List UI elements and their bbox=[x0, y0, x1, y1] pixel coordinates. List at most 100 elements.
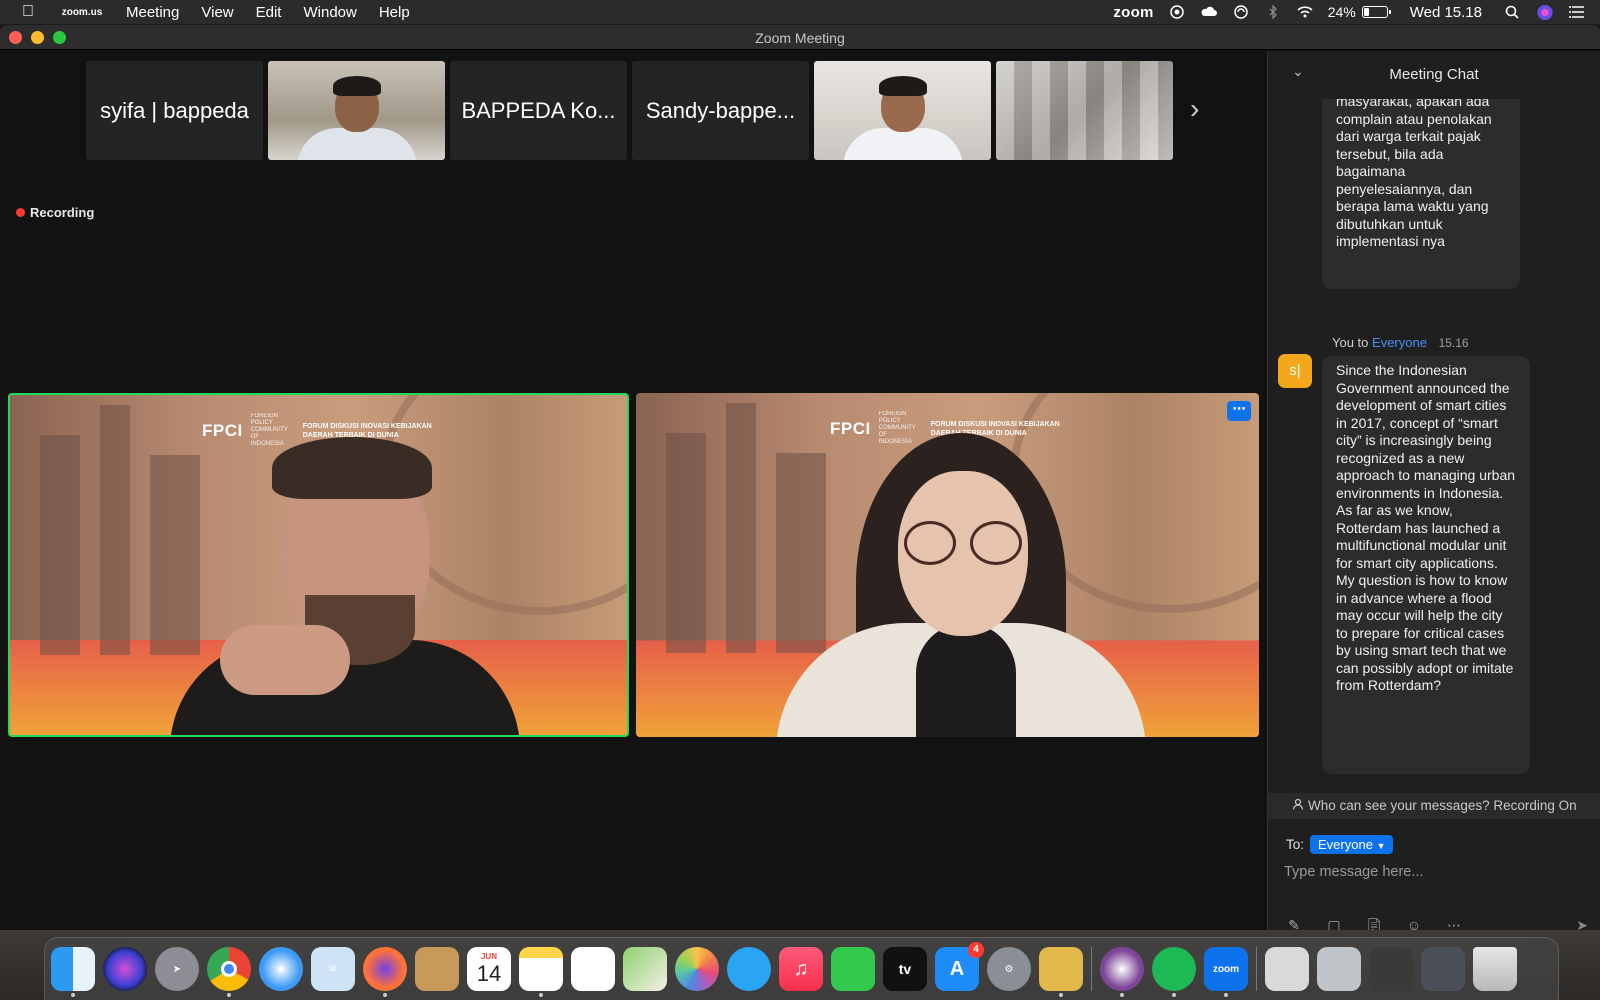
spotify-icon[interactable] bbox=[1152, 947, 1196, 997]
avatar[interactable]: s| bbox=[1278, 354, 1312, 388]
chat-message-text: masyarakat, apakah ada complain atau pen… bbox=[1336, 99, 1492, 249]
speaker-tile[interactable]: FPCI FOREIGN POLICY COMMUNITY OF INDONES… bbox=[636, 393, 1259, 737]
calendar-month: JUN bbox=[480, 951, 497, 961]
meeting-chat-panel: ⌄ Meeting Chat masyarakat, apakah ada co… bbox=[1267, 51, 1600, 930]
recipient-row: To: Everyone ▼ bbox=[1286, 835, 1394, 854]
chat-messages[interactable]: masyarakat, apakah ada complain atau pen… bbox=[1268, 99, 1600, 781]
creative-cloud-icon[interactable] bbox=[1232, 5, 1250, 19]
status-icons: zoom 24% Wed 15.18 bbox=[1099, 0, 1586, 24]
battery-percent: 24% bbox=[1327, 4, 1356, 20]
caret-down-icon: ▼ bbox=[1376, 841, 1386, 851]
participant-video-tile[interactable] bbox=[268, 61, 445, 160]
notes-icon[interactable] bbox=[519, 947, 563, 997]
contacts-icon[interactable] bbox=[415, 947, 459, 991]
screenshot-icon[interactable]: ▢ bbox=[1324, 917, 1344, 930]
participant-video bbox=[296, 76, 417, 160]
chat-title: Meeting Chat bbox=[1389, 66, 1479, 83]
menu-view[interactable]: View bbox=[201, 4, 233, 21]
safari-icon[interactable]: ✦ bbox=[259, 947, 303, 991]
visibility-notice-text: Who can see your messages? Recording On bbox=[1308, 798, 1577, 813]
archive-utility-icon[interactable] bbox=[1039, 947, 1083, 997]
menu-help[interactable]: Help bbox=[379, 4, 410, 21]
reminders-icon[interactable] bbox=[571, 947, 615, 991]
calendar-icon[interactable]: JUN 14 bbox=[467, 947, 511, 991]
chrome-icon[interactable] bbox=[207, 947, 251, 997]
participant-tile[interactable]: Sandy-bappe... bbox=[632, 61, 809, 160]
chat-header: ⌄ Meeting Chat bbox=[1268, 51, 1600, 99]
format-icon[interactable]: ✎ bbox=[1284, 917, 1304, 930]
more-icon[interactable]: ⋯ bbox=[1444, 917, 1464, 930]
launchpad-icon[interactable]: ➤ bbox=[155, 947, 199, 991]
message-time: 15.16 bbox=[1438, 336, 1469, 350]
trash-icon[interactable] bbox=[1473, 947, 1517, 991]
system-preferences-icon[interactable]: ⚙ bbox=[987, 947, 1031, 991]
document-icon[interactable] bbox=[1369, 947, 1413, 991]
window-title: Zoom Meeting bbox=[755, 30, 845, 46]
fpci-logo: FPCI bbox=[202, 420, 243, 440]
search-icon[interactable] bbox=[1504, 5, 1522, 19]
to-label: To: bbox=[1286, 837, 1305, 852]
participant-tile[interactable]: BAPPEDA Ko... bbox=[450, 61, 627, 160]
zoom-icon[interactable]: zoom bbox=[1204, 947, 1248, 997]
chevron-right-icon[interactable]: › bbox=[1190, 95, 1199, 123]
battery-icon[interactable] bbox=[1361, 6, 1391, 18]
participant-name: Sandy-bappe... bbox=[645, 97, 796, 123]
siri-icon[interactable] bbox=[1536, 4, 1554, 21]
send-icon[interactable]: ➤ bbox=[1576, 917, 1588, 930]
clock[interactable]: Wed 15.18 bbox=[1410, 4, 1482, 21]
printer-icon[interactable] bbox=[1265, 947, 1309, 991]
recording-indicator[interactable]: Recording bbox=[16, 205, 94, 220]
participant-tile[interactable]: syifa | bappeda bbox=[86, 61, 263, 160]
battery-fill bbox=[1363, 8, 1369, 16]
messages-icon[interactable] bbox=[727, 947, 771, 991]
message-recipient[interactable]: Everyone bbox=[1372, 335, 1427, 350]
siri-icon[interactable] bbox=[103, 947, 147, 991]
calendar-day: 14 bbox=[476, 960, 502, 986]
facetime-icon[interactable] bbox=[831, 947, 875, 991]
maps-icon[interactable] bbox=[623, 947, 667, 991]
fpci-logo: FPCI bbox=[830, 418, 871, 438]
participant-video-tile[interactable] bbox=[814, 61, 991, 160]
finder-icon[interactable] bbox=[51, 947, 95, 997]
participant-video bbox=[842, 76, 963, 160]
recipient-dropdown[interactable]: Everyone ▼ bbox=[1310, 835, 1394, 854]
banner-subtitle: FOREIGN POLICY COMMUNITY OF INDONESIA bbox=[878, 411, 916, 445]
file-icon[interactable]: 📄︎ bbox=[1364, 917, 1384, 930]
active-speaker-tile[interactable]: FPCI FOREIGN POLICY COMMUNITY OF INDONES… bbox=[8, 393, 629, 737]
appstore-icon[interactable]: A4 bbox=[935, 942, 984, 991]
zoom-share-icon[interactable] bbox=[1168, 5, 1186, 19]
dock-separator bbox=[1091, 947, 1092, 991]
mail-icon[interactable]: ✉ bbox=[311, 947, 355, 991]
cloud-icon[interactable] bbox=[1200, 5, 1218, 19]
recipient-value: Everyone bbox=[1318, 837, 1373, 852]
chat-message-text: Since the Indonesian Government announce… bbox=[1336, 362, 1516, 693]
message-sender: You to bbox=[1332, 335, 1369, 350]
chat-message-bubble[interactable]: Since the Indonesian Government announce… bbox=[1322, 356, 1530, 774]
visibility-notice[interactable]: Who can see your messages? Recording On bbox=[1268, 793, 1600, 819]
zoom-status-item[interactable]: zoom bbox=[1113, 4, 1153, 21]
control-center-icon[interactable] bbox=[1568, 5, 1586, 19]
tor-browser-icon[interactable] bbox=[1100, 947, 1144, 997]
menu-window[interactable]: Window bbox=[303, 4, 356, 21]
emoji-icon[interactable]: ☺ bbox=[1404, 917, 1424, 930]
disk-icon[interactable] bbox=[1317, 947, 1361, 991]
firefox-icon[interactable] bbox=[363, 947, 407, 997]
apple-icon[interactable]:  bbox=[22, 3, 42, 21]
more-options-icon[interactable]: ⋯ bbox=[1227, 401, 1251, 421]
participant-video-tile[interactable] bbox=[996, 61, 1173, 160]
room-view bbox=[996, 61, 1173, 160]
message-input[interactable] bbox=[1284, 861, 1584, 883]
appletv-label: tv bbox=[898, 961, 912, 977]
music-icon[interactable]: ♫ bbox=[779, 947, 823, 991]
wifi-icon[interactable] bbox=[1296, 5, 1314, 19]
appletv-icon[interactable]: tv bbox=[883, 947, 927, 991]
person-icon bbox=[1292, 793, 1304, 819]
menu-meeting[interactable]: Meeting bbox=[126, 4, 179, 21]
participant-strip: syifa | bappeda BAPPEDA Ko... Sandy-bapp… bbox=[86, 61, 1178, 160]
zoom-window: Zoom Meeting syifa | bappeda BAPPEDA Ko.… bbox=[0, 25, 1600, 930]
screenshot-icon[interactable] bbox=[1421, 947, 1465, 991]
photos-icon[interactable] bbox=[675, 947, 719, 991]
menu-edit[interactable]: Edit bbox=[256, 4, 282, 21]
title-bar[interactable]: Zoom Meeting bbox=[0, 25, 1600, 50]
bluetooth-icon[interactable] bbox=[1264, 5, 1282, 19]
